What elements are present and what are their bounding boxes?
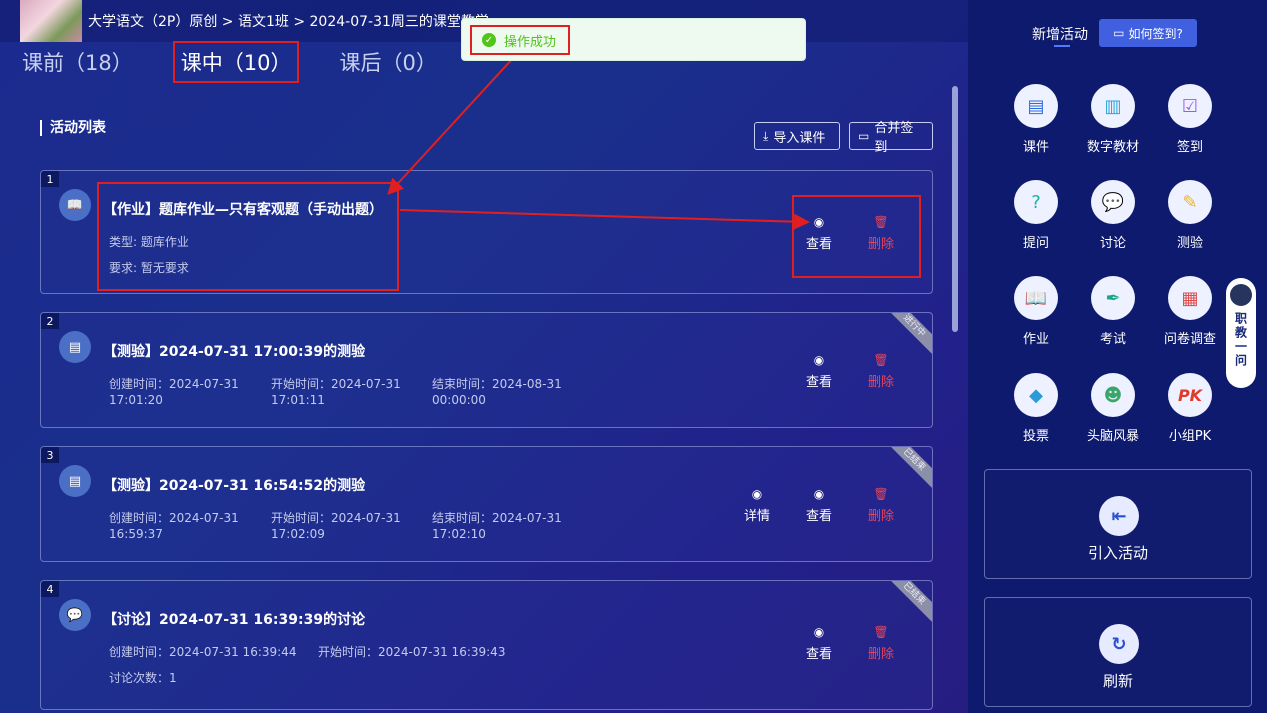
end-time: 结束时间：2024-08-31 00:00:00 [432, 377, 562, 407]
view-button[interactable]: ◉ 查看 [799, 625, 839, 662]
trash-icon: 🗑 [873, 353, 889, 367]
homework-icon: 📖 [1014, 276, 1058, 320]
toast-text: 操作成功 [504, 34, 557, 50]
robot-label: 职教一问 [1233, 312, 1248, 368]
start-time: 开始时间：2024-07-31 17:01:11 [271, 377, 401, 407]
tab-before-class[interactable]: 课前（18） [22, 47, 133, 77]
tab-in-class[interactable]: 课中（10） [172, 41, 300, 83]
tool-homework[interactable]: 📖 作业 [1001, 276, 1071, 347]
activity-index: 4 [41, 581, 59, 597]
breadcrumb[interactable]: 大学语文（2P）原创 > 语文1班 > 2024-07-31周三的课堂教学 [88, 11, 489, 31]
scrollbar[interactable] [952, 86, 958, 332]
delete-button[interactable]: 🗑 删除 [861, 353, 901, 390]
tool-checkin[interactable]: ☑ 签到 [1155, 84, 1225, 155]
eye-icon: ◉ [813, 625, 825, 639]
check-circle-icon: ✓ [482, 33, 496, 47]
survey-icon: ▦ [1168, 276, 1212, 320]
tool-brainstorm[interactable]: ☻ 头脑风暴 [1078, 373, 1148, 444]
group-pk-icon: PK [1168, 373, 1212, 417]
eye-icon: ◉ [751, 487, 763, 501]
tool-courseware[interactable]: ▤ 课件 [1001, 84, 1071, 155]
tool-digital-textbook[interactable]: ▥ 数字教材 [1078, 84, 1148, 155]
detail-button[interactable]: ◉ 详情 [737, 487, 777, 524]
discussion-icon: 💬 [59, 599, 91, 631]
quiz-icon: ✎ [1168, 180, 1212, 224]
import-courseware-button[interactable]: ⤓ 导入课件 [754, 122, 840, 150]
how-to-checkin-button[interactable]: ▭ 如何签到? [1099, 19, 1197, 47]
delete-button[interactable]: 🗑 删除 [861, 487, 901, 524]
success-toast: ✓ 操作成功 [461, 18, 806, 61]
vote-icon: ◆ [1014, 373, 1058, 417]
active-underline [1054, 45, 1070, 47]
quiz-icon: ▤ [59, 465, 91, 497]
import-icon: ⇤ [1099, 496, 1139, 536]
discussion-icon: 💬 [1091, 180, 1135, 224]
video-icon: ▭ [1113, 26, 1125, 40]
activity-index: 2 [41, 313, 59, 329]
course-thumbnail [20, 0, 82, 42]
tool-discussion[interactable]: 💬 讨论 [1078, 180, 1148, 251]
start-time: 开始时间：2024-07-31 16:39:43 [318, 645, 506, 659]
question-icon: ? [1014, 180, 1058, 224]
tool-quiz[interactable]: ✎ 测验 [1155, 180, 1225, 251]
merge-checkin-button[interactable]: ▭ 合并签到 [849, 121, 933, 155]
main-panel: 大学语文（2P）原创 > 语文1班 > 2024-07-31周三的课堂教学 课前… [0, 0, 968, 713]
activity-title: 【测验】2024-07-31 16:54:52的测验 [103, 478, 366, 494]
view-button[interactable]: ◉ 查看 [799, 487, 839, 524]
eye-icon: ◉ [813, 487, 825, 501]
tab-after-class[interactable]: 课后（0） [339, 47, 436, 77]
activity-index: 1 [41, 171, 59, 187]
activity-index: 3 [41, 447, 59, 463]
activity-card[interactable]: 3 已结束 ▤ 【测验】2024-07-31 16:54:52的测验 创建时间：… [40, 446, 933, 562]
end-time: 结束时间：2024-07-31 17:02:10 [432, 511, 562, 541]
robot-icon [1230, 284, 1252, 306]
stage-tabs: 课前（18） 课中（10） 课后（0） [22, 41, 483, 83]
tool-group-pk[interactable]: PK 小组PK [1155, 373, 1225, 444]
digital-textbook-icon: ▥ [1091, 84, 1135, 128]
tool-vote[interactable]: ◆ 投票 [1001, 373, 1071, 444]
view-button[interactable]: ◉ 查看 [799, 353, 839, 390]
status-badge: 已结束 [880, 581, 932, 628]
add-activity-title[interactable]: 新增活动 [1032, 24, 1088, 44]
discussion-count: 讨论次数：1 [109, 671, 177, 685]
activity-list-title: 活动列表 [40, 120, 106, 136]
courseware-icon: ▤ [1014, 84, 1058, 128]
activity-title: 【测验】2024-07-31 17:00:39的测验 [103, 344, 366, 360]
book-icon: 📖 [59, 189, 91, 221]
trash-icon: 🗑 [873, 625, 889, 639]
eye-icon: ◉ [813, 353, 825, 367]
activity-title: 【讨论】2024-07-31 16:39:39的讨论 [103, 612, 366, 628]
activity-card[interactable]: 4 已结束 💬 【讨论】2024-07-31 16:39:39的讨论 创建时间：… [40, 580, 933, 710]
created-time: 创建时间：2024-07-31 16:39:44 [109, 645, 297, 659]
tool-question[interactable]: ? 提问 [1001, 180, 1071, 251]
checkin-icon: ☑ [1168, 84, 1212, 128]
annotation-box [97, 182, 399, 291]
quiz-icon: ▤ [59, 331, 91, 363]
trash-icon: 🗑 [873, 487, 889, 501]
refresh-button[interactable]: ↻ 刷新 [984, 597, 1252, 707]
created-time: 创建时间：2024-07-31 17:01:20 [109, 377, 239, 407]
brainstorm-icon: ☻ [1091, 373, 1135, 417]
download-icon: ⤓ [763, 128, 769, 143]
annotation-box [792, 195, 921, 278]
tool-survey[interactable]: ▦ 问卷调查 [1155, 276, 1225, 347]
start-time: 开始时间：2024-07-31 17:02:09 [271, 511, 401, 541]
delete-button[interactable]: 🗑 删除 [861, 625, 901, 662]
activity-card[interactable]: 2 进行中 ▤ 【测验】2024-07-31 17:00:39的测验 创建时间：… [40, 312, 933, 428]
tool-exam[interactable]: ✒ 考试 [1078, 276, 1148, 347]
merge-icon: ▭ [858, 129, 870, 143]
created-time: 创建时间：2024-07-31 16:59:37 [109, 511, 239, 541]
import-activity-button[interactable]: ⇤ 引入活动 [984, 469, 1252, 579]
exam-icon: ✒ [1091, 276, 1135, 320]
assistant-robot-button[interactable]: 职教一问 [1226, 278, 1256, 388]
refresh-icon: ↻ [1099, 624, 1139, 664]
